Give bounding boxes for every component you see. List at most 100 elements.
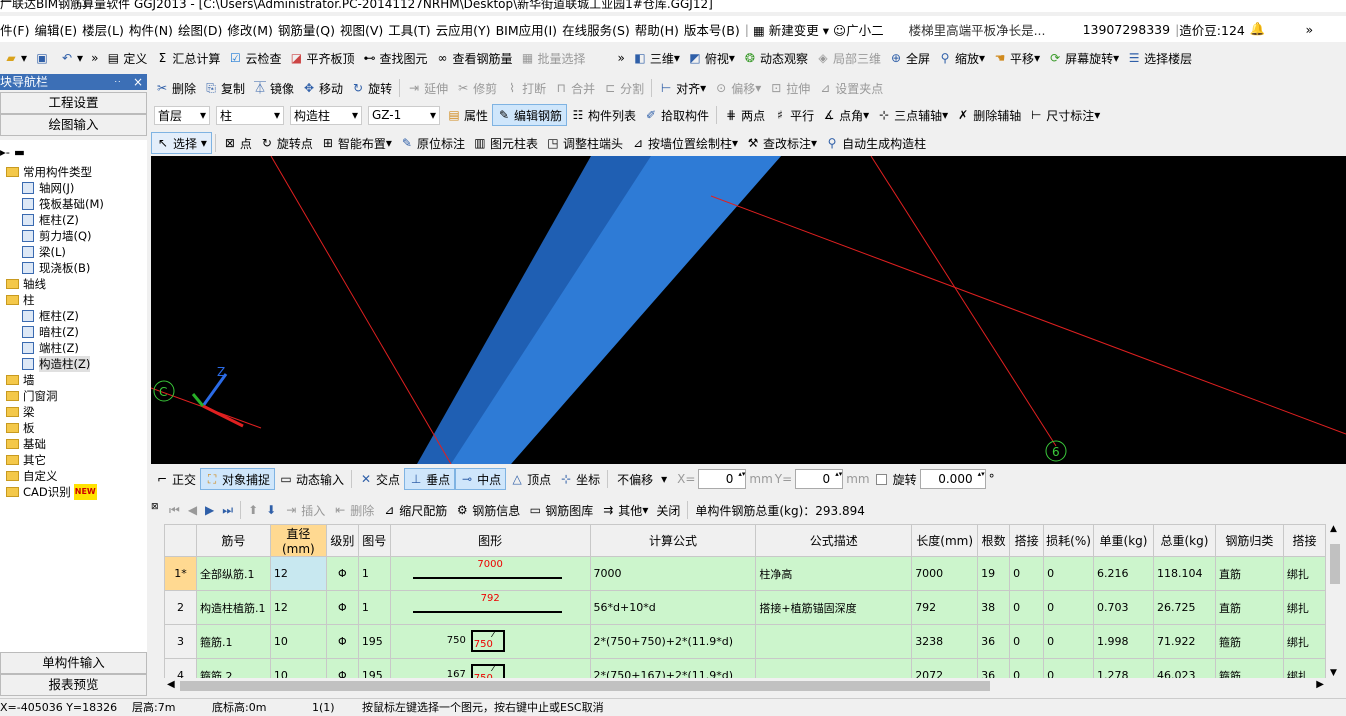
edit-tool-button[interactable]: ⎘ 复制 — [200, 77, 249, 99]
table-cell[interactable]: 10 — [269, 624, 327, 659]
menu-item[interactable]: 件(F) — [0, 20, 34, 39]
scroll-thumb[interactable] — [180, 681, 990, 691]
column-header[interactable]: 损耗(%) — [1043, 524, 1095, 557]
menu-item[interactable]: BIM应用(I) — [496, 20, 563, 39]
table-row[interactable]: 2 构造柱植筋.1 12 Φ 1 792 56*d+10*d 搭接+植筋锚固深度 792 38 0 0… — [164, 590, 1326, 625]
column-header[interactable]: 总重(kg) — [1152, 524, 1216, 557]
table-cell[interactable]: 6.216 — [1093, 556, 1154, 591]
point-angle-button[interactable]: ∡ 点角 ▾ — [818, 104, 873, 126]
tree-item[interactable]: 梁(L) — [22, 244, 66, 260]
tree-folder[interactable]: 常用构件类型 — [6, 164, 92, 180]
tree-item[interactable]: 端柱(Z) — [22, 340, 79, 356]
menu-item[interactable]: 绘图(D) — [178, 20, 227, 39]
table-cell[interactable]: 7000 — [911, 556, 979, 591]
menu-item[interactable]: 楼层(L) — [82, 20, 129, 39]
row-number[interactable]: 3 — [164, 624, 197, 659]
3d-button[interactable]: ◧ 三维 ▾ — [629, 47, 684, 69]
table-cell[interactable]: 0 — [1043, 624, 1095, 659]
table-cell[interactable]: 36 — [977, 624, 1011, 659]
first-record-button[interactable]: ⏮ — [165, 499, 184, 521]
delete-row-button[interactable]: ⇤ 删除 — [329, 499, 378, 521]
menu-item[interactable]: 帮助(H) — [635, 20, 684, 39]
floor-select-button[interactable]: ☰ 选择楼层 — [1123, 47, 1196, 69]
tree-folder[interactable]: 板 — [6, 420, 35, 436]
scroll-up-icon[interactable]: ▲ — [1330, 524, 1337, 534]
collapse-all-icon[interactable]: ▸‑ ▬ — [0, 144, 25, 160]
tree-folder[interactable]: 轴线 — [6, 276, 46, 292]
tree-folder[interactable]: 墙 — [6, 372, 35, 388]
table-cell[interactable]: 792 — [911, 590, 979, 625]
table-cell[interactable]: 0 — [1043, 590, 1095, 625]
define-button[interactable]: ▤ 定义 — [102, 47, 151, 69]
more-tools[interactable]: » — [87, 47, 102, 69]
table-cell[interactable]: 0 — [1043, 556, 1095, 591]
tree-folder[interactable]: 梁 — [6, 404, 35, 420]
table-cell[interactable]: 71.922 — [1152, 624, 1216, 659]
table-cell[interactable]: 0.703 — [1093, 590, 1154, 625]
calc-button[interactable]: Σ 汇总计算 — [151, 47, 224, 69]
table-cell[interactable]: Φ — [325, 590, 359, 625]
table-cell[interactable]: 46.023 — [1152, 658, 1216, 678]
table-cell[interactable]: 0 — [1009, 658, 1045, 678]
find-button[interactable]: ⊷ 查找图元 — [358, 47, 431, 69]
table-cell[interactable]: 12 — [269, 590, 327, 625]
vertex-button[interactable]: △ 顶点 — [506, 468, 555, 490]
tree-folder[interactable]: CAD识别 NEW — [6, 484, 97, 500]
table-cell[interactable]: 绑扎 — [1282, 624, 1326, 659]
intersection-button[interactable]: ✕ 交点 — [355, 468, 404, 490]
tree-item[interactable]: 筏板基础(M) — [22, 196, 104, 212]
fullscreen-button[interactable]: ⊕ 全屏 — [885, 47, 934, 69]
tree-folder[interactable]: 门窗洞 — [6, 388, 58, 404]
check-mark-button[interactable]: ⚒ 查改标注 ▾ — [742, 132, 821, 154]
component-select[interactable]: GZ-1 ▾ — [368, 105, 440, 125]
table-cell[interactable]: Φ — [325, 556, 359, 591]
floor-select[interactable]: 首层 ▾ — [154, 105, 210, 125]
column-header[interactable]: 图号 — [357, 524, 391, 557]
table-cell[interactable]: 3238 — [911, 624, 979, 659]
column-table-button[interactable]: ▥ 图元柱表 — [469, 132, 542, 154]
table-cell[interactable]: 柱净高 — [755, 556, 913, 591]
cloud-check-button[interactable]: ☑ 云检查 — [224, 47, 285, 69]
orbit-button[interactable]: ❂ 动态观察 — [739, 47, 812, 69]
table-cell[interactable]: 56*d+10*d — [589, 590, 757, 625]
edit-tool-button[interactable]: ⊙ 偏移 ▾ — [710, 77, 765, 99]
edit-tool-button[interactable]: ⌇ 打断 — [501, 77, 550, 99]
pin-icon[interactable]: ᆢ — [112, 74, 123, 90]
wall-draw-button[interactable]: ⊿ 按墙位置绘制柱 ▾ — [627, 132, 742, 154]
original-mark-button[interactable]: ✎ 原位标注 — [396, 132, 469, 154]
tree-item[interactable]: 框柱(Z) — [22, 308, 79, 324]
drawing-canvas[interactable]: C 6 Z — [151, 156, 1346, 464]
menu-item[interactable]: 版本号(B) — [684, 20, 745, 39]
column-header[interactable]: 根数 — [977, 524, 1011, 557]
table-cell[interactable]: 0 — [1009, 590, 1045, 625]
edit-tool-button[interactable]: ✥ 移动 — [298, 77, 347, 99]
ortho-button[interactable]: ⌐ 正交 — [151, 468, 200, 490]
table-cell[interactable]: 直筋 — [1214, 556, 1284, 591]
column-header[interactable]: 单重(kg) — [1093, 524, 1154, 557]
guang-button[interactable]: ☺广小二 — [829, 20, 889, 39]
table-cell[interactable]: 36 — [977, 658, 1011, 678]
table-cell[interactable]: 1 — [357, 590, 391, 625]
table-cell[interactable]: 直筋 — [1214, 590, 1284, 625]
single-input-button[interactable]: 单构件输入 — [0, 652, 147, 674]
shape-cell[interactable]: 7000 — [389, 556, 591, 591]
rotate-checkbox[interactable] — [875, 473, 887, 485]
adjust-end-button[interactable]: ◳ 调整柱端头 — [542, 132, 627, 154]
column-header[interactable]: 钢筋归类 — [1214, 524, 1284, 557]
last-record-button[interactable]: ⏭ — [218, 499, 237, 521]
row-number[interactable]: 4 — [164, 658, 197, 678]
shape-cell[interactable]: 792 — [389, 590, 591, 625]
column-header[interactable]: 长度(mm) — [911, 524, 979, 557]
column-header[interactable]: 图形 — [389, 524, 591, 557]
menu-item[interactable]: 构件(N) — [129, 20, 178, 39]
table-cell[interactable]: 箍筋 — [1214, 624, 1284, 659]
open-button[interactable]: ▰ ▾ — [0, 47, 31, 69]
table-cell[interactable]: 195 — [357, 658, 391, 678]
panel-gripper[interactable]: ⊠ — [151, 498, 164, 678]
prev-record-button[interactable]: ◀ — [184, 499, 201, 521]
auto-generate-button[interactable]: ⚲ 自动生成构造柱 — [821, 132, 930, 154]
column-header[interactable]: 搭接 — [1009, 524, 1045, 557]
other-button[interactable]: ⇉ 其他 ▾ — [597, 499, 652, 521]
close-panel-button[interactable]: 关闭 — [652, 499, 684, 521]
delete-aux-button[interactable]: ✗ 删除辅轴 — [952, 104, 1025, 126]
